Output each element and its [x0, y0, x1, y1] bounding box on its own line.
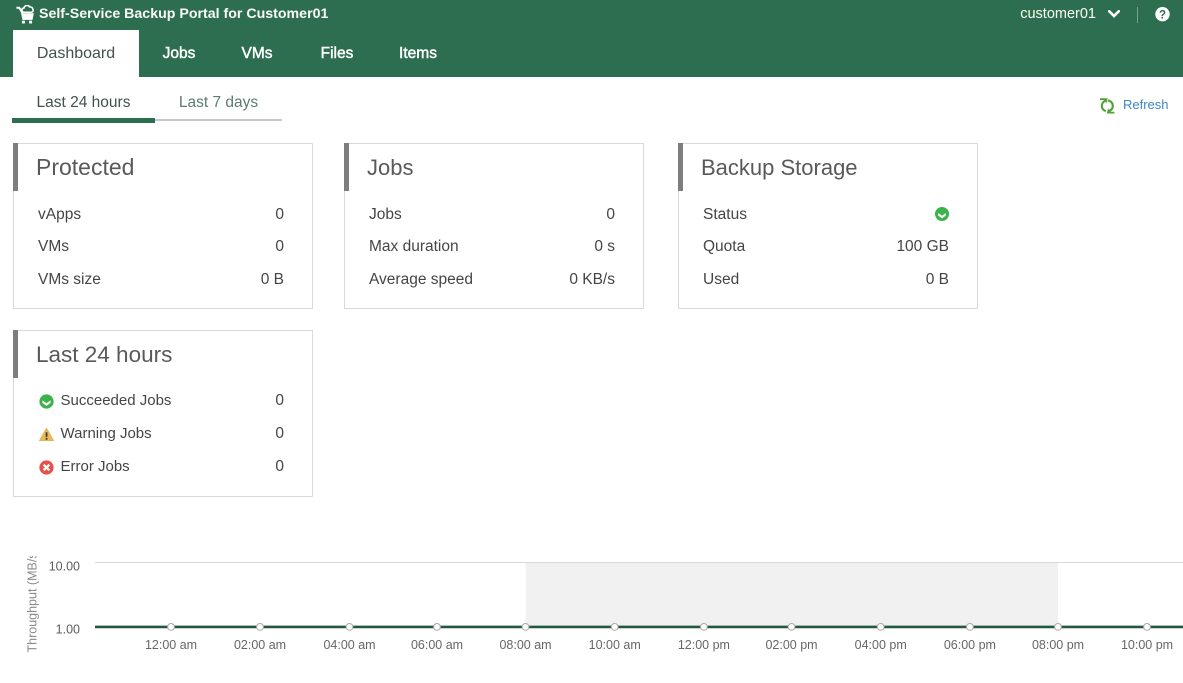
svg-text:02:00 am: 02:00 am	[234, 638, 286, 652]
svg-text:06:00 am: 06:00 am	[411, 638, 463, 652]
svg-text:10.00: 10.00	[49, 560, 80, 574]
svg-text:1.00: 1.00	[56, 623, 80, 637]
svg-text:Throughput (MB/s): Throughput (MB/s)	[26, 548, 40, 652]
svg-text:02:00 pm: 02:00 pm	[765, 638, 817, 652]
svg-text:06:00 pm: 06:00 pm	[944, 638, 996, 652]
svg-text:?: ?	[1158, 9, 1165, 21]
svg-text:10:00 am: 10:00 am	[589, 638, 641, 652]
svg-text:08:00 am: 08:00 am	[499, 638, 551, 652]
svg-text:08:00 pm: 08:00 pm	[1032, 638, 1084, 652]
svg-text:12:00 pm: 12:00 pm	[678, 638, 730, 652]
svg-text:04:00 am: 04:00 am	[323, 638, 375, 652]
svg-text:12:00 am: 12:00 am	[145, 638, 197, 652]
svg-text:04:00 pm: 04:00 pm	[855, 638, 907, 652]
svg-text:10:00 pm: 10:00 pm	[1121, 638, 1173, 652]
